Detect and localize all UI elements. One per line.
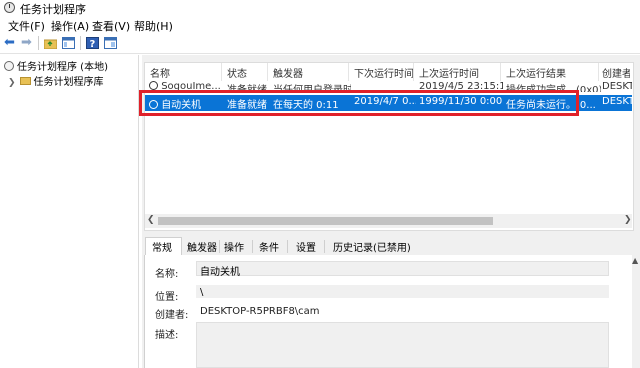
column-name[interactable]: 名称 (150, 65, 170, 80)
column-last-result[interactable]: 上次运行结果 (506, 65, 566, 80)
tab-settings[interactable]: 设置 (296, 239, 316, 254)
name-field[interactable]: 自动关机 (196, 261, 609, 278)
task-author-cell: DESKT (602, 96, 632, 107)
name-label: 名称: (155, 269, 179, 280)
tab-actions[interactable]: 操作 (224, 239, 244, 254)
author-value: DESKTOP-R5PRBF8\cam (200, 306, 320, 317)
show-hide-console-tree-icon[interactable] (62, 37, 75, 49)
description-label: 描述: (155, 330, 179, 341)
forward-arrow-icon[interactable]: ➡ (21, 36, 34, 49)
column-separator (221, 63, 222, 81)
menu-help[interactable]: 帮助(H) (134, 18, 173, 34)
tab-general[interactable]: 常规 (152, 239, 172, 254)
tree-item-library[interactable]: ❯ 任务计划程序库 (8, 73, 104, 88)
tab-separator (219, 240, 220, 253)
column-separator (598, 63, 599, 81)
svg-text:?: ? (90, 39, 96, 49)
column-next-run[interactable]: 下次运行时间 (354, 65, 414, 80)
column-separator (348, 63, 349, 81)
scroll-up-icon[interactable]: ▲ (632, 256, 638, 265)
tree-library-label: 任务计划程序库 (33, 77, 104, 88)
console-tree (0, 55, 139, 368)
menu-view[interactable]: 查看(V) (92, 18, 130, 34)
column-status[interactable]: 状态 (227, 65, 247, 80)
column-author[interactable]: 创建者 (602, 65, 630, 80)
toolbar-separator (38, 36, 39, 50)
tab-conditions[interactable]: 条件 (259, 239, 279, 254)
column-trigger[interactable]: 触发器 (273, 65, 303, 80)
column-last-run[interactable]: 上次运行时间 (419, 65, 479, 80)
show-action-pane-icon[interactable] (104, 37, 117, 49)
menu-file[interactable]: 文件(F) (8, 18, 45, 34)
scroll-right-icon[interactable]: ❯ (624, 215, 632, 225)
window-title: 任务计划程序 (20, 3, 86, 16)
scroll-left-icon[interactable]: ❮ (147, 215, 155, 225)
title-bar (0, 0, 640, 16)
tree-root-label: 任务计划程序 (本地) (17, 62, 108, 73)
chevron-right-icon[interactable]: ❯ (8, 78, 16, 88)
task-scheduler-app-icon (4, 2, 15, 13)
description-field[interactable] (196, 322, 609, 368)
clock-icon (4, 61, 14, 71)
tab-separator (287, 240, 288, 253)
task-icon (149, 81, 158, 90)
menu-action[interactable]: 操作(A) (51, 18, 89, 34)
help-icon[interactable]: ? (86, 37, 99, 50)
task-author-cell: DESKT (602, 81, 632, 92)
tab-history[interactable]: 历史记录(已禁用) (333, 239, 411, 254)
location-label: 位置: (155, 292, 179, 303)
tab-separator (252, 240, 253, 253)
scrollbar-thumb[interactable] (158, 217, 493, 225)
back-arrow-icon[interactable]: ⬅ (4, 36, 17, 49)
red-highlight-box (139, 90, 579, 116)
author-label: 创建者: (155, 310, 189, 321)
vertical-scrollbar[interactable] (632, 255, 640, 368)
tab-triggers[interactable]: 触发器 (187, 239, 217, 254)
toolbar-separator (80, 36, 81, 50)
column-separator (413, 63, 414, 81)
location-field: \ (196, 285, 609, 298)
folder-icon (19, 77, 31, 85)
column-separator (267, 63, 268, 81)
up-folder-icon[interactable] (43, 37, 58, 50)
column-separator (500, 63, 501, 81)
tab-separator (324, 240, 325, 253)
tree-item-root[interactable]: 任务计划程序 (本地) (4, 58, 108, 73)
